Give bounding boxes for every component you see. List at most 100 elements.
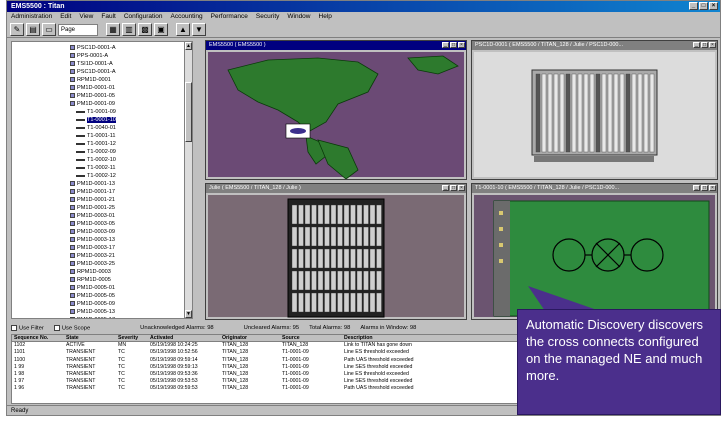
menu-window[interactable]: Window — [287, 12, 310, 22]
close-button[interactable]: × — [709, 2, 718, 10]
tree-node[interactable]: T1-0001-12 — [70, 140, 116, 148]
grid-icon[interactable]: ▩ — [138, 23, 152, 36]
tree-node[interactable]: T1-0002-11 — [70, 164, 116, 172]
column-header[interactable]: Description — [342, 335, 542, 341]
arrow-down-icon[interactable]: ▼ — [192, 23, 206, 36]
pane-max-icon[interactable]: □ — [701, 185, 708, 191]
shelf-pane[interactable]: PSC1D-0001 ( EMS5500 / TITAN_128 / Julie… — [471, 40, 718, 180]
menu-edit[interactable]: Edit — [60, 12, 71, 22]
tree-node[interactable]: PM1D-0003-25 — [70, 260, 116, 268]
tree-node[interactable]: RPM1D-0003 — [70, 268, 116, 276]
shelf-view[interactable] — [474, 52, 717, 179]
tree-node[interactable]: PM1D-0003-17 — [70, 244, 116, 252]
pane-min-icon[interactable]: _ — [442, 42, 449, 48]
tree-node[interactable]: PM1D-0001-09 — [70, 100, 116, 108]
menu-help[interactable]: Help — [319, 12, 332, 22]
tile-icon[interactable]: ▦ — [106, 23, 120, 36]
menu-administration[interactable]: Administration — [11, 12, 52, 22]
tree-node[interactable]: PM1D-0003-21 — [70, 252, 116, 260]
pane-max-icon[interactable]: □ — [450, 42, 457, 48]
cascade-icon[interactable]: ▥ — [122, 23, 136, 36]
rack-pane-title[interactable]: Julie ( EMS5500 / TITAN_128 / Julie ) _ □… — [206, 184, 466, 193]
menu-security[interactable]: Security — [256, 12, 279, 22]
tree-node[interactable]: PM1D-0005-09 — [70, 300, 116, 308]
tree-node[interactable]: PM1D-0005-05 — [70, 292, 116, 300]
arrow-up-icon[interactable]: ▲ — [176, 23, 190, 36]
tree-node[interactable]: T1-0001-09 — [70, 108, 116, 116]
tree-node[interactable]: PPS-0001-A — [70, 52, 116, 60]
tree-node[interactable]: T1-0002-12 — [70, 172, 116, 180]
menu-accounting[interactable]: Accounting — [171, 12, 203, 22]
use-scope-checkbox[interactable]: Use Scope — [53, 324, 90, 331]
tree-node[interactable]: PM1D-0005-01 — [70, 284, 116, 292]
rack-slot — [317, 226, 324, 247]
tree-node[interactable]: PM1D-0001-25 — [70, 204, 116, 212]
scroll-up-button[interactable]: ▲ — [185, 42, 192, 50]
tree-node[interactable]: T1-0040-01 — [70, 124, 116, 132]
pane-min-icon[interactable]: _ — [693, 42, 700, 48]
tree-node[interactable]: PSC1D-0001-A — [70, 68, 116, 76]
tree-node[interactable]: RPM1D-0001 — [70, 76, 116, 84]
tree-node[interactable]: PM1D-0005-17 — [70, 316, 116, 318]
network-tree[interactable]: PSC1D-0001-A PPS-0001-A TSI1D-0001-A PSC1D-… — [11, 41, 193, 319]
map-pane[interactable]: EMS5500 ( EMS5500 ) _ □ × — [205, 40, 467, 180]
world-map[interactable] — [208, 52, 466, 179]
page-select[interactable]: Page — [58, 23, 98, 36]
column-header[interactable]: Activated — [148, 335, 220, 341]
tree-node[interactable]: PM1D-0001-05 — [70, 92, 116, 100]
scroll-down-button[interactable]: ▼ — [185, 310, 192, 318]
layout-icon[interactable]: ▣ — [154, 23, 168, 36]
rack-pane[interactable]: Julie ( EMS5500 / TITAN_128 / Julie ) _ □… — [205, 183, 467, 320]
pane-close-icon[interactable]: × — [458, 42, 465, 48]
pane-close-icon[interactable]: × — [709, 42, 716, 48]
tree-node[interactable]: TSI1D-0001-A — [70, 60, 116, 68]
pane-close-icon[interactable]: × — [458, 185, 465, 191]
scroll-thumb[interactable] — [185, 82, 192, 142]
use-filter-checkbox[interactable]: Use Filter — [11, 324, 44, 331]
open-icon[interactable]: ▭ — [42, 23, 56, 36]
tree-node[interactable]: T1-0002-10 — [70, 156, 116, 164]
print-icon[interactable]: ▤ — [26, 23, 40, 36]
tree-node[interactable]: PM1D-0003-09 — [70, 228, 116, 236]
tree-node[interactable]: PM1D-0001-01 — [70, 84, 116, 92]
column-header[interactable]: Source — [280, 335, 342, 341]
tree-scrollbar[interactable]: ▲ ▼ — [184, 42, 192, 318]
tree-node[interactable]: RPM1D-0005 — [70, 276, 116, 284]
card-pane-title[interactable]: T1-0001-10 ( EMS5500 / TITAN_128 / Julie… — [472, 184, 717, 193]
menu-view[interactable]: View — [79, 12, 93, 22]
pane-min-icon[interactable]: _ — [693, 185, 700, 191]
tree-node[interactable]: PM1D-0001-17 — [70, 188, 116, 196]
menu-fault[interactable]: Fault — [101, 12, 115, 22]
tree-node[interactable]: PM1D-0001-13 — [70, 180, 116, 188]
edit-icon[interactable]: ✎ — [10, 23, 24, 36]
maximize-button[interactable]: □ — [699, 2, 708, 10]
minimize-button[interactable]: _ — [689, 2, 698, 10]
pane-max-icon[interactable]: □ — [450, 185, 457, 191]
tree-node[interactable]: PM1D-0003-13 — [70, 236, 116, 244]
column-header[interactable]: State — [64, 335, 116, 341]
pane-max-icon[interactable]: □ — [701, 42, 708, 48]
rack-view[interactable] — [208, 195, 466, 319]
pane-min-icon[interactable]: _ — [442, 185, 449, 191]
tree-node[interactable]: PM1D-0001-21 — [70, 196, 116, 204]
tree-node[interactable]: PM1D-0005-13 — [70, 308, 116, 316]
map-pane-title[interactable]: EMS5500 ( EMS5500 ) _ □ × — [206, 41, 466, 50]
tree-node[interactable]: PM1D-0003-05 — [70, 220, 116, 228]
column-header[interactable]: Sequence No. — [12, 335, 64, 341]
tree-node[interactable]: PSC1D-0001-A — [70, 44, 116, 52]
tree-node[interactable]: T1-0001-10 — [70, 116, 116, 124]
cross-connect-view[interactable] — [474, 195, 717, 319]
tree-node[interactable]: T1-0001-11 — [70, 132, 116, 140]
column-header[interactable]: Severity — [116, 335, 148, 341]
pane-close-icon[interactable]: × — [709, 185, 716, 191]
tree-node[interactable]: T1-0002-09 — [70, 148, 116, 156]
column-header[interactable]: Originator — [220, 335, 280, 341]
window-titlebar[interactable]: EMS5500 : Titan _ □ × — [7, 1, 720, 12]
menu-performance[interactable]: Performance — [211, 12, 248, 22]
card-pane[interactable]: T1-0001-10 ( EMS5500 / TITAN_128 / Julie… — [471, 183, 718, 320]
table-cell: T1-0001-09 — [282, 378, 309, 385]
table-cell: TRANSIENT — [66, 349, 96, 356]
shelf-pane-title[interactable]: PSC1D-0001 ( EMS5500 / TITAN_128 / Julie… — [472, 41, 717, 50]
menu-configuration[interactable]: Configuration — [124, 12, 163, 22]
tree-node[interactable]: PM1D-0003-01 — [70, 212, 116, 220]
